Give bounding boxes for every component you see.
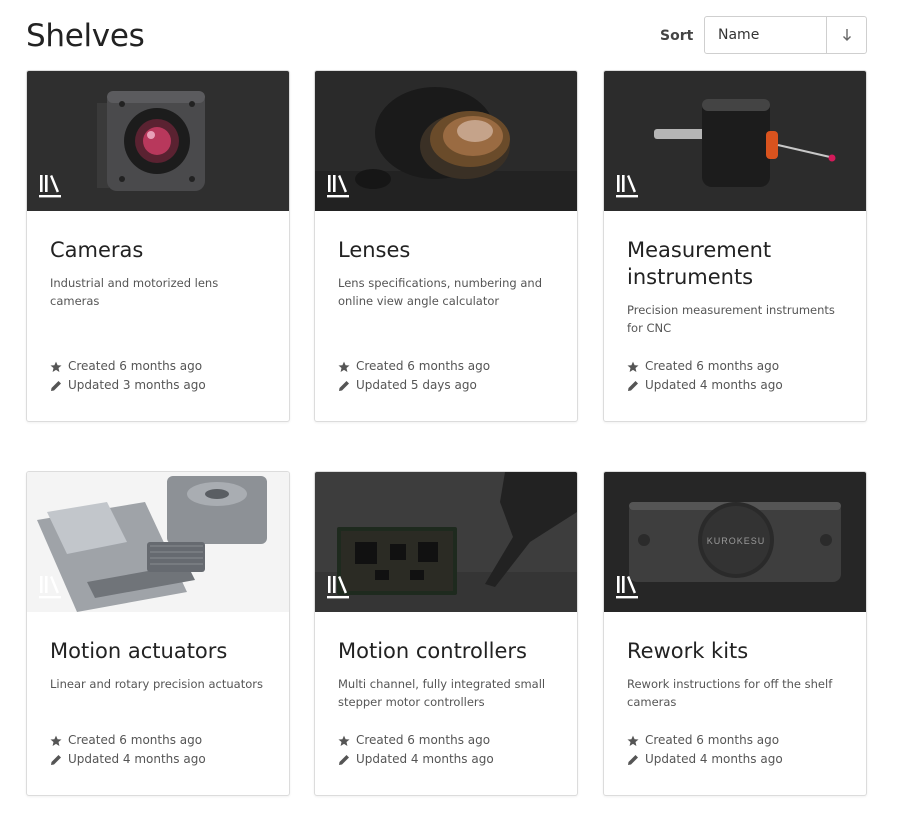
- shelf-meta: Created 6 months ago Updated 4 months ag…: [338, 731, 494, 769]
- bookshelf-icon: [327, 175, 349, 198]
- shelf-title[interactable]: Rework kits: [627, 638, 843, 665]
- star-icon: [627, 361, 639, 372]
- created-date: Created 6 months ago: [645, 733, 780, 747]
- shelf-meta: Created 6 months ago Updated 4 months ag…: [50, 731, 206, 769]
- shelf-title[interactable]: Lenses: [338, 237, 554, 264]
- shelf-image: KUROKESU: [604, 472, 866, 612]
- shelf-description: Linear and rotary precision actuators: [50, 677, 263, 691]
- shelf-card-motion-actuators[interactable]: Motion actuators Linear and rotary preci…: [26, 471, 290, 796]
- shelf-card-rework-kits[interactable]: KUROKESU Rework kits Rework instructions…: [603, 471, 867, 796]
- created-date: Created 6 months ago: [645, 359, 780, 373]
- product-label: KUROKESU: [707, 536, 766, 546]
- sort-control: Name: [704, 16, 867, 54]
- shelf-title[interactable]: Motion actuators: [50, 638, 266, 665]
- updated-date: Updated 4 months ago: [645, 378, 783, 392]
- star-icon: [338, 735, 350, 746]
- sort-select[interactable]: Name: [705, 17, 827, 53]
- shelf-image: [27, 472, 289, 612]
- shelf-image: [604, 71, 866, 211]
- updated-date: Updated 4 months ago: [68, 752, 206, 766]
- updated-date: Updated 4 months ago: [356, 752, 494, 766]
- bookshelf-icon: [616, 175, 638, 198]
- shelf-description: Precision measurement instruments for CN…: [627, 303, 835, 335]
- pencil-icon: [51, 380, 61, 391]
- created-date: Created 6 months ago: [68, 733, 203, 747]
- shelf-image: [27, 71, 289, 211]
- updated-date: Updated 4 months ago: [645, 752, 783, 766]
- shelf-title[interactable]: Measurement instruments: [627, 237, 843, 291]
- shelf-card-motion-controllers[interactable]: Motion controllers Multi channel, fully …: [314, 471, 578, 796]
- shelf-card-cameras[interactable]: Cameras Industrial and motorized lens ca…: [26, 70, 290, 422]
- updated-date: Updated 5 days ago: [356, 378, 477, 392]
- shelf-title[interactable]: Motion controllers: [338, 638, 554, 665]
- shelf-description: Industrial and motorized lens cameras: [50, 276, 219, 308]
- bookshelf-icon: [616, 576, 638, 599]
- created-date: Created 6 months ago: [356, 359, 491, 373]
- shelf-card-measurement-instruments[interactable]: Measurement instruments Precision measur…: [603, 70, 867, 422]
- star-icon: [627, 735, 639, 746]
- created-date: Created 6 months ago: [68, 359, 203, 373]
- pencil-icon: [628, 380, 638, 391]
- bookshelf-icon: [39, 175, 61, 198]
- shelf-meta: Created 6 months ago Updated 4 months ag…: [627, 731, 783, 769]
- updated-date: Updated 3 months ago: [68, 378, 206, 392]
- shelf-image: [315, 472, 577, 612]
- shelf-meta: Created 6 months ago Updated 3 months ag…: [50, 357, 206, 395]
- shelf-description: Multi channel, fully integrated small st…: [338, 677, 546, 709]
- arrow-down-icon: [842, 29, 851, 41]
- bookshelf-icon: [327, 576, 349, 599]
- pencil-icon: [339, 754, 349, 765]
- created-date: Created 6 months ago: [356, 733, 491, 747]
- shelf-description: Lens specifications, numbering and onlin…: [338, 276, 543, 308]
- star-icon: [50, 361, 62, 372]
- sort-direction-button[interactable]: [827, 17, 866, 53]
- sort-label: Sort: [660, 28, 694, 44]
- shelf-meta: Created 6 months ago Updated 4 months ag…: [627, 357, 783, 395]
- shelf-image: [315, 71, 577, 211]
- bookshelf-icon: [39, 576, 61, 599]
- shelf-card-lenses[interactable]: Lenses Lens specifications, numbering an…: [314, 70, 578, 422]
- pencil-icon: [628, 754, 638, 765]
- page-title: Shelves: [26, 18, 145, 54]
- pencil-icon: [51, 754, 61, 765]
- star-icon: [338, 361, 350, 372]
- shelf-description: Rework instructions for off the shelf ca…: [627, 677, 833, 709]
- shelf-meta: Created 6 months ago Updated 5 days ago: [338, 357, 490, 395]
- shelf-title[interactable]: Cameras: [50, 237, 266, 264]
- pencil-icon: [339, 380, 349, 391]
- star-icon: [50, 735, 62, 746]
